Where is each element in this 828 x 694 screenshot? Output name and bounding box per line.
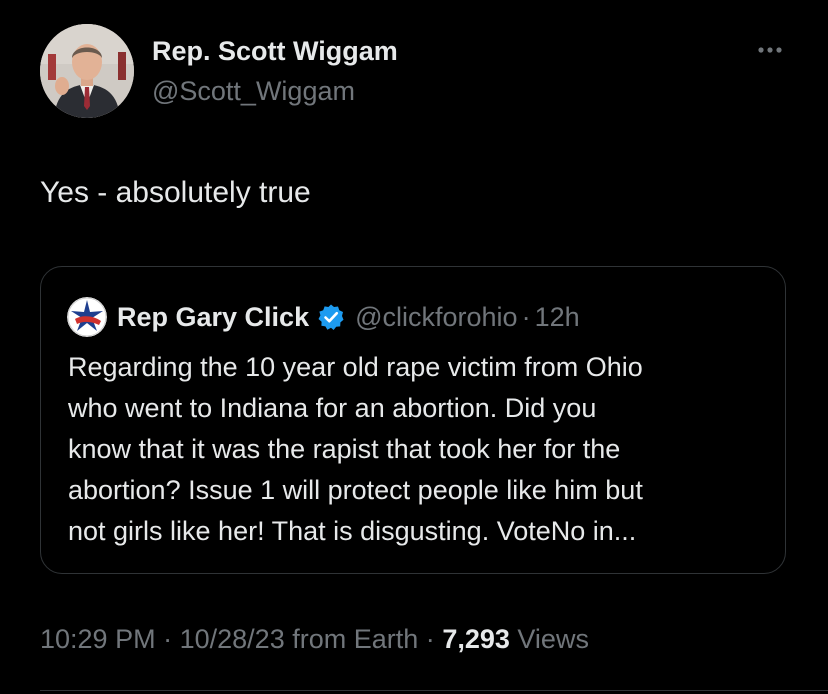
views-count[interactable]: 7,293 [442,624,510,654]
author-handle[interactable]: @Scott_Wiggam [152,76,355,107]
quoted-tweet-line: Regarding the 10 year old rape victim fr… [68,352,643,382]
tweet-text: Yes - absolutely true [40,176,311,209]
verified-badge-icon [317,303,345,331]
quoted-tweet-card[interactable]: Rep Gary Click @clickforohio · 12h Regar… [40,266,786,574]
more-options-button[interactable] [750,38,790,62]
quoted-author-handle[interactable]: @clickforohio [355,302,517,333]
quoted-tweet-line: abortion? Issue 1 will protect people li… [68,475,643,505]
quoted-author-display-name[interactable]: Rep Gary Click [117,302,309,333]
quoted-tweet-line: know that it was the rapist that took he… [68,434,621,464]
tweet-time[interactable]: 10:29 PM [40,624,156,654]
quoted-tweet-line: who went to Indiana for an abortion. Did… [68,393,597,423]
tweet-meta: 10:29 PM · 10/28/23 from Earth · 7,293 V… [40,624,589,655]
quoted-tweet-time[interactable]: 12h [535,302,580,333]
author-display-name[interactable]: Rep. Scott Wiggam [152,36,398,67]
quoted-author-avatar[interactable] [67,297,107,337]
quoted-tweet-line: not girls like her! That is disgusting. … [68,516,637,546]
views-label[interactable]: Views [517,624,589,654]
divider [40,690,828,691]
quoted-tweet-body: Regarding the 10 year old rape victim fr… [68,347,768,552]
quoted-tweet-header: Rep Gary Click @clickforohio · 12h [117,297,580,337]
tweet-source: from Earth [292,624,419,654]
meta-separator: · [425,624,435,654]
author-avatar-image [40,24,134,118]
meta-separator: · [163,624,173,654]
tweet-date[interactable]: 10/28/23 [180,624,285,654]
more-horizontal-icon [758,47,782,53]
author-avatar[interactable] [40,24,134,118]
quoted-author-avatar-image [67,297,107,337]
header-separator: · [521,301,531,332]
